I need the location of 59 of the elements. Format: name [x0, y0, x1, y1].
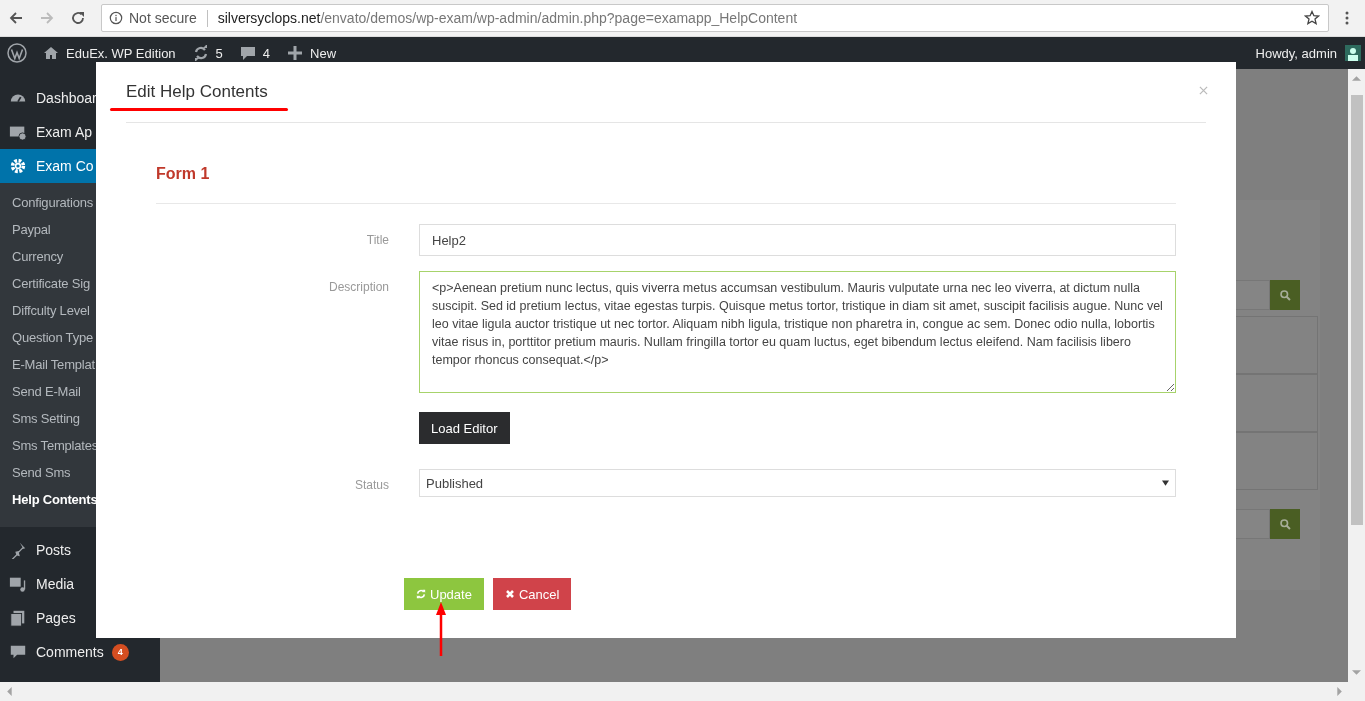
address-bar[interactable]: Not secure silversyclops.net/envato/demos/wp-exam/wp-admin/admin.php?page=examapp_HelpContent	[101, 4, 1329, 32]
new-link[interactable]: New	[287, 45, 337, 61]
search-icon	[1278, 517, 1292, 531]
description-field[interactable]: <p>Aenean pretium nunc lectus, quis viverra metus accumsan vestibulum. Mauris vulputate urna nec leo viverra, at dictum nulla suscipit. Sed id pretium lectus, vitae egestas turpis. Quisque metus tortor, tristique in diam sit amet, suscipit facilisis augue. Nunc vel leo vitae ligula auctor tristique ut nec tortor. Aliquam nibh ligula, tristique non pharetra in, congue ac sem. Donec odio nulla, lobortis vitae risus in, porttitor pretium mauris. Nullam fringilla tortor eu quam luctus, eget bibendum lectus eleifend. Nam facilisis libero tempor rhoncus consequat.</p>	[419, 271, 1176, 393]
plus-icon	[287, 45, 304, 61]
menu-label: Posts	[36, 542, 71, 558]
search-icon	[1278, 288, 1292, 302]
field-label: Title	[365, 233, 389, 247]
menu-item-icon	[9, 609, 27, 627]
back-icon[interactable]	[8, 10, 24, 26]
scroll-right-icon[interactable]	[1337, 687, 1343, 696]
menu-label: Dashboar	[36, 90, 97, 106]
vertical-scrollbar[interactable]	[1348, 69, 1365, 682]
account-link[interactable]: Howdy, admin	[1255, 45, 1337, 61]
scroll-left-icon[interactable]	[6, 687, 12, 696]
star-icon[interactable]	[1304, 10, 1320, 26]
section-title: Form 1	[156, 123, 1176, 204]
title-field[interactable]: Help2	[419, 224, 1176, 256]
home-icon	[43, 45, 59, 61]
dialog-title: Edit Help Contents	[126, 82, 268, 102]
scrollbar-thumb[interactable]	[1350, 95, 1363, 525]
url-text: silversyclops.net/envato/demos/wp-exam/wp-admin/admin.php?page=examapp_HelpContent	[217, 10, 799, 26]
menu-label: Exam Co	[36, 158, 94, 174]
close-icon	[504, 589, 515, 599]
annotation-arrow	[435, 602, 447, 656]
speech-bubble-icon	[239, 45, 256, 61]
dropdown-caret-icon	[1162, 480, 1169, 486]
sidebar-item[interactable]: Posts	[0, 533, 160, 567]
menu-label: Pages	[36, 610, 76, 626]
menu-icon[interactable]	[1345, 10, 1349, 26]
menu-label: Media	[36, 576, 75, 592]
info-icon	[109, 11, 123, 25]
status-dropdown[interactable]: Published	[419, 469, 1176, 497]
security-label: Not secure	[129, 10, 197, 26]
wordpress-logo-icon[interactable]	[7, 43, 27, 63]
menu-item-icon	[9, 541, 27, 559]
sidebar-item[interactable]: Pages	[0, 601, 160, 635]
sidebar-item[interactable]: Media	[0, 567, 160, 601]
field-label: Status	[353, 478, 389, 492]
field-label: Description	[327, 280, 389, 294]
menu-label: Exam Ap	[36, 124, 93, 140]
cancel-button[interactable]: Cancel	[492, 578, 572, 610]
reload-icon[interactable]	[70, 10, 86, 26]
avatar-icon	[1345, 45, 1361, 61]
sidebar-item[interactable]: Comments 4	[0, 635, 160, 669]
site-name-link[interactable]: EduEx. WP Edition	[43, 45, 176, 61]
updates-link[interactable]: 5	[192, 45, 223, 61]
scroll-down-icon[interactable]	[1352, 670, 1361, 676]
refresh-icon	[416, 589, 426, 599]
menu-item-icon	[9, 575, 27, 593]
count-badge: 4	[111, 643, 129, 661]
load-editor-button[interactable]: Load Editor	[419, 412, 510, 444]
refresh-icon	[192, 45, 209, 61]
scroll-up-icon[interactable]	[1352, 75, 1361, 81]
comments-link[interactable]: 4	[239, 45, 271, 61]
close-icon[interactable]	[1199, 85, 1208, 95]
menu-label: Comments	[36, 644, 104, 660]
horizontal-scrollbar[interactable]	[0, 682, 1365, 701]
menu-item-icon	[9, 157, 27, 175]
